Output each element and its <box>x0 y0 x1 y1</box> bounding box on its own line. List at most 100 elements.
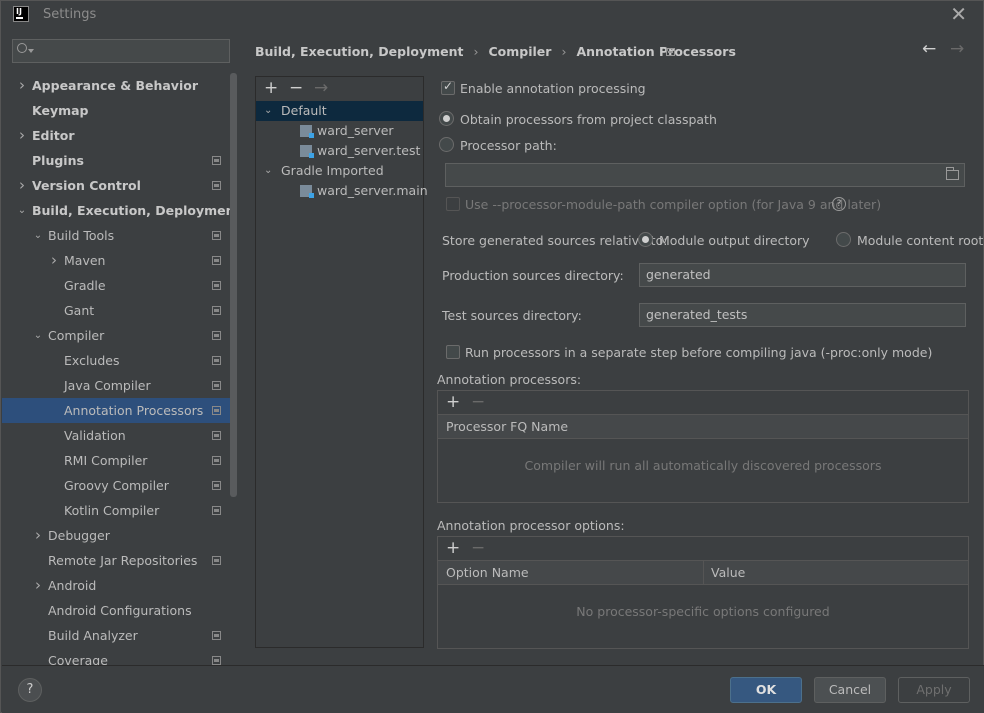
module-content-root-radio[interactable] <box>836 232 851 247</box>
apply-button[interactable]: Apply <box>898 677 970 703</box>
sidebar-item[interactable]: RMI Compiler <box>2 448 237 473</box>
sidebar-item[interactable]: Validation <box>2 423 237 448</box>
sidebar-item[interactable]: ⌄ Build Tools <box>2 223 237 248</box>
profile-row[interactable]: ward_server <box>256 121 423 141</box>
module-path-checkbox[interactable] <box>446 197 460 211</box>
project-scope-icon <box>212 231 221 240</box>
sidebar-item[interactable]: › Appearance & Behavior <box>2 73 237 98</box>
profile-row[interactable]: ⌄ Default <box>256 101 423 121</box>
sidebar-item[interactable]: › Version Control <box>2 173 237 198</box>
browse-folder-icon[interactable] <box>946 167 959 180</box>
obtain-classpath-radio[interactable] <box>439 111 454 126</box>
settings-sidebar: › Appearance & Behavior Keymap › Editor Plugi… <box>2 29 237 665</box>
project-scope-icon <box>212 631 221 640</box>
sidebar-scrollbar[interactable] <box>230 73 237 497</box>
breadcrumb: Build, Execution, Deployment › Compiler › An… <box>255 44 736 59</box>
chevron-down-icon[interactable]: ⌄ <box>32 323 44 348</box>
add-profile-button[interactable]: + <box>264 78 278 98</box>
project-scope-icon <box>212 556 221 565</box>
cancel-button[interactable]: Cancel <box>814 677 886 703</box>
chevron-down-icon[interactable]: ⌄ <box>264 161 272 181</box>
project-scope-icon <box>212 506 221 515</box>
chevron-right-icon[interactable]: › <box>16 173 28 198</box>
module-folder-icon <box>300 185 314 198</box>
project-scope-icon <box>212 256 221 265</box>
forward-arrow-icon[interactable]: → <box>950 39 964 59</box>
sidebar-item[interactable]: Excludes <box>2 348 237 373</box>
sidebar-item-label: Plugins <box>32 153 84 168</box>
profile-row[interactable]: ⌄ Gradle Imported <box>256 161 423 181</box>
move-profile-button[interactable]: → <box>314 78 328 98</box>
settings-tree: › Appearance & Behavior Keymap › Editor Plugi… <box>2 73 237 665</box>
separate-step-checkbox[interactable] <box>446 345 460 359</box>
profile-row[interactable]: ward_server.test <box>256 141 423 161</box>
add-option-button[interactable]: + <box>446 538 460 558</box>
chevron-down-icon[interactable]: ⌄ <box>16 198 28 223</box>
close-icon[interactable]: ✕ <box>950 3 967 25</box>
window-title: Settings <box>43 7 97 22</box>
production-dir-input[interactable]: generated <box>639 263 966 287</box>
chevron-down-icon[interactable]: ⌄ <box>264 101 272 121</box>
processor-path-input[interactable] <box>445 163 965 187</box>
remove-option-button[interactable]: − <box>471 538 485 558</box>
ok-button[interactable]: OK <box>730 677 802 703</box>
sidebar-item-label: Build, Execution, Deployment <box>32 203 237 218</box>
annotation-processors-label: Annotation processors: <box>437 372 582 387</box>
help-button[interactable]: ? <box>18 678 42 702</box>
profiles-tree: ⌄ Default ward_server ward_server.test ⌄ Grad… <box>256 101 428 201</box>
sidebar-item[interactable]: › Maven <box>2 248 237 273</box>
sidebar-item[interactable]: Coverage <box>2 648 237 665</box>
remove-profile-button[interactable]: − <box>289 78 303 98</box>
column-header-option-name[interactable]: Option Name <box>446 561 529 585</box>
intellij-logo-icon: IJ <box>13 6 29 22</box>
sidebar-item[interactable]: Annotation Processors <box>2 398 237 423</box>
module-output-radio[interactable] <box>638 232 653 247</box>
enable-processing-checkbox[interactable] <box>441 79 455 95</box>
profile-row-label: Gradle Imported <box>281 163 384 178</box>
sidebar-item[interactable]: Gradle <box>2 273 237 298</box>
chevron-right-icon[interactable]: › <box>32 523 44 548</box>
chevron-right-icon[interactable]: › <box>16 123 28 148</box>
remove-processor-button[interactable]: − <box>471 392 485 412</box>
processor-path-label: Processor path: <box>460 138 557 153</box>
empty-state-text: Compiler will run all automatically disc… <box>524 458 882 473</box>
sidebar-item[interactable]: Kotlin Compiler <box>2 498 237 523</box>
breadcrumb-item[interactable]: Compiler <box>488 44 551 59</box>
profiles-toolbar: + − → <box>256 77 423 101</box>
annotation-processors-table: + − Processor FQ Name Compiler will run … <box>437 390 969 503</box>
column-header-value[interactable]: Value <box>711 561 745 585</box>
sidebar-item[interactable]: Build Analyzer <box>2 623 237 648</box>
sidebar-item[interactable]: › Debugger <box>2 523 237 548</box>
sidebar-item-label: Keymap <box>32 103 89 118</box>
help-icon[interactable]: ? <box>832 197 846 211</box>
sidebar-item-label: Appearance & Behavior <box>32 78 198 93</box>
search-input[interactable] <box>12 39 230 63</box>
chevron-right-icon[interactable]: › <box>48 248 60 273</box>
test-dir-input[interactable]: generated_tests <box>639 303 966 327</box>
profile-row[interactable]: ward_server.main <box>256 181 428 201</box>
sidebar-item-label: Remote Jar Repositories <box>48 553 198 568</box>
add-processor-button[interactable]: + <box>446 392 460 412</box>
sidebar-item[interactable]: Plugins <box>2 148 237 173</box>
sidebar-item[interactable]: › Android <box>2 573 237 598</box>
back-arrow-icon[interactable]: ← <box>922 39 936 59</box>
column-header[interactable]: Processor FQ Name <box>446 415 568 439</box>
sidebar-item[interactable]: Java Compiler <box>2 373 237 398</box>
sidebar-item[interactable]: Groovy Compiler <box>2 473 237 498</box>
sidebar-item[interactable]: Gant <box>2 298 237 323</box>
chevron-right-icon[interactable]: › <box>32 573 44 598</box>
project-scope-icon <box>212 181 221 190</box>
chevron-down-icon[interactable]: ⌄ <box>32 223 44 248</box>
sidebar-item[interactable]: › Editor <box>2 123 237 148</box>
profile-row-label: ward_server.test <box>317 143 421 158</box>
sidebar-item-label: Android Configurations <box>48 603 192 618</box>
sidebar-item[interactable]: ⌄ Compiler <box>2 323 237 348</box>
sidebar-item[interactable]: Keymap <box>2 98 237 123</box>
sidebar-item[interactable]: Android Configurations <box>2 598 237 623</box>
chevron-right-icon[interactable]: › <box>16 73 28 98</box>
processor-path-radio[interactable] <box>439 137 454 152</box>
sidebar-item[interactable]: Remote Jar Repositories <box>2 548 237 573</box>
breadcrumb-item[interactable]: Build, Execution, Deployment <box>255 44 463 59</box>
sidebar-item-label: Kotlin Compiler <box>64 503 160 518</box>
sidebar-item[interactable]: ⌄ Build, Execution, Deployment <box>2 198 237 223</box>
